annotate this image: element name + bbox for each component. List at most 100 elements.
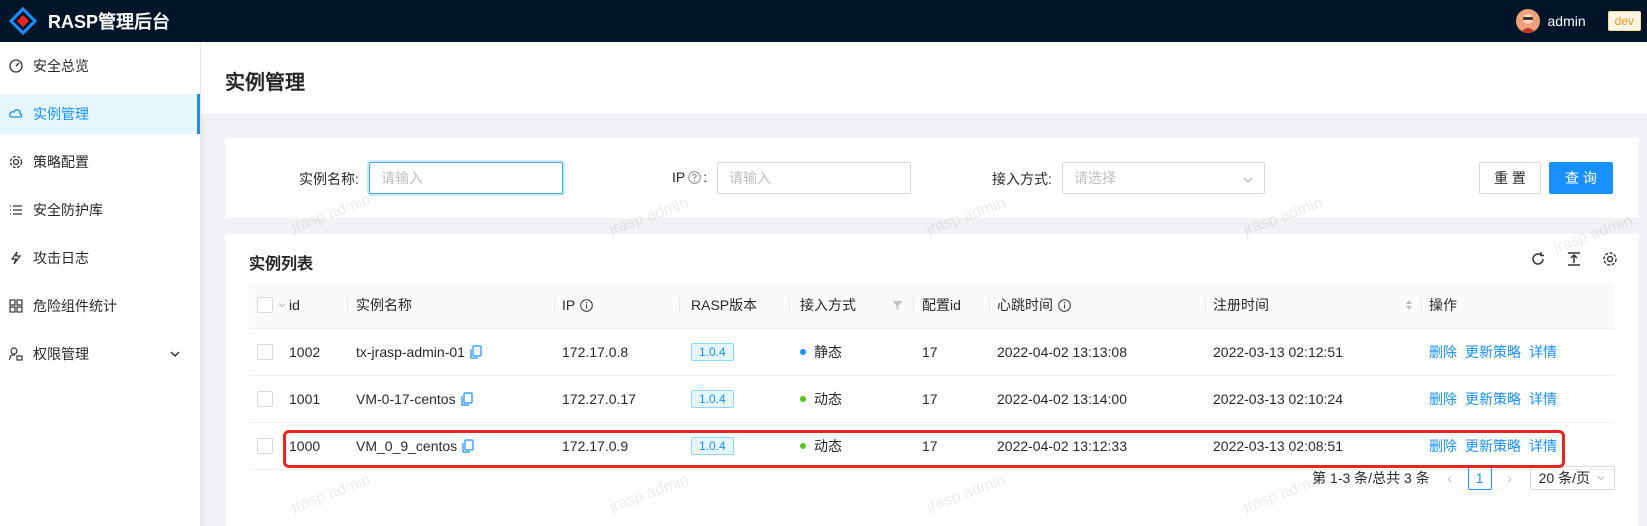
version-tag: 1.0.4	[691, 390, 734, 408]
access-mode-text: 动态	[814, 391, 842, 407]
cell-config-id: 17	[922, 438, 938, 454]
row-checkbox[interactable]	[257, 376, 273, 422]
info-circle-icon[interactable]	[580, 298, 594, 312]
pagination-summary: 第 1-3 条/总共 3 条	[1312, 470, 1430, 486]
sidebar-item-label: 权限管理	[33, 346, 89, 362]
page-header: 实例管理	[201, 42, 1647, 114]
cell-actions: 删除 更新策略 详情	[1429, 423, 1565, 469]
prev-page-icon[interactable]: ‹	[1444, 470, 1456, 486]
list-icon	[9, 203, 23, 217]
col-id: id	[289, 297, 300, 313]
chevron-down-icon[interactable]	[277, 282, 287, 328]
appstore-icon	[9, 299, 23, 313]
table-row: 1002 tx-jrasp-admin-01 172.17.0.8 1.0.4 静态 17…	[249, 329, 1614, 376]
sidebar-item-attack-log[interactable]: 攻击日志	[0, 238, 200, 278]
copy-icon[interactable]	[460, 392, 474, 406]
sidebar-item-protection-library[interactable]: 安全防护库	[0, 190, 200, 230]
ip-input[interactable]: 请输入	[717, 162, 911, 194]
dashboard-icon	[9, 59, 23, 73]
ip-label-text: IP	[672, 169, 686, 185]
table-header: id 实例名称 IP RASP版本 接入方式 配置id 心跳时间 注册时间 操作	[249, 282, 1614, 329]
instance-name-input[interactable]: 请输入	[369, 162, 563, 194]
question-circle-icon[interactable]	[688, 170, 702, 184]
copy-icon[interactable]	[469, 345, 483, 359]
update-policy-link[interactable]: 更新策略	[1465, 342, 1521, 362]
sidebar-item-permissions[interactable]: 权限管理	[0, 334, 200, 374]
cell-config-id: 17	[922, 391, 938, 407]
cell-actions: 删除 更新策略 详情	[1429, 376, 1565, 422]
query-button[interactable]: 查 询	[1549, 162, 1613, 194]
delete-link[interactable]: 删除	[1429, 436, 1457, 456]
sidebar-item-risky-components[interactable]: 危险组件统计	[0, 286, 200, 326]
detail-link[interactable]: 详情	[1529, 389, 1557, 409]
sidebar-item-label: 危险组件统计	[33, 298, 117, 314]
instance-name: VM-0-17-centos	[356, 391, 456, 407]
table-row: 1000 VM_0_9_centos 172.17.0.9 1.0.4 动态 17 2022…	[249, 423, 1614, 470]
cell-id: 1001	[289, 391, 321, 407]
reset-button[interactable]: 重 置	[1479, 162, 1541, 194]
select-all-checkbox[interactable]	[257, 282, 273, 328]
ip-label-colon: :	[703, 169, 708, 185]
copy-icon[interactable]	[461, 439, 475, 453]
cell-ip: 172.17.0.9	[562, 438, 629, 454]
cell-config-id: 17	[922, 344, 938, 360]
update-policy-link[interactable]: 更新策略	[1465, 389, 1521, 409]
username[interactable]: admin	[1548, 13, 1586, 29]
col-rasp-version: RASP版本	[691, 297, 758, 313]
sidebar-item-policy[interactable]: 策略配置	[0, 142, 200, 182]
cell-version: 1.0.4	[691, 376, 734, 422]
sidebar-item-label: 安全防护库	[33, 202, 103, 218]
update-policy-link[interactable]: 更新策略	[1465, 436, 1521, 456]
column-height-icon[interactable]	[1565, 250, 1583, 268]
delete-link[interactable]: 删除	[1429, 389, 1457, 409]
version-tag: 1.0.4	[691, 343, 734, 361]
setting-icon[interactable]	[1601, 250, 1619, 268]
info-circle-icon[interactable]	[1058, 298, 1071, 312]
row-checkbox[interactable]	[257, 423, 273, 469]
cell-name: VM-0-17-centos	[356, 376, 474, 422]
sidebar-item-instances[interactable]: 实例管理	[0, 94, 200, 134]
instance-name-label: 实例名称:	[299, 171, 359, 187]
page-size-select[interactable]: 20 条/页	[1529, 466, 1615, 490]
sort-icon[interactable]	[1405, 282, 1413, 328]
chevron-down-icon[interactable]	[168, 347, 182, 361]
col-register: 注册时间	[1213, 297, 1269, 313]
delete-link[interactable]: 删除	[1429, 342, 1457, 362]
filter-icon[interactable]	[892, 282, 903, 328]
cell-id: 1000	[289, 438, 321, 454]
user-lock-icon	[9, 347, 23, 361]
reload-icon[interactable]	[1529, 250, 1547, 268]
access-mode-select[interactable]: 请选择	[1062, 162, 1265, 194]
cell-name: VM_0_9_centos	[356, 423, 475, 469]
page-number[interactable]: 1	[1467, 466, 1492, 490]
logo-icon[interactable]	[8, 6, 38, 36]
cloud-icon	[9, 107, 23, 121]
cell-id: 1002	[289, 344, 321, 360]
avatar[interactable]	[1515, 9, 1540, 33]
cell-ip: 172.27.0.17	[562, 391, 636, 407]
access-mode-placeholder: 请选择	[1074, 170, 1116, 186]
row-checkbox[interactable]	[257, 329, 273, 375]
col-ip: IP	[562, 282, 594, 328]
sidebar-item-overview[interactable]: 安全总览	[0, 46, 200, 86]
col-actions: 操作	[1429, 297, 1457, 313]
col-access-mode: 接入方式	[800, 297, 856, 313]
instance-name: tx-jrasp-admin-01	[356, 344, 465, 360]
page-size-label: 20 条/页	[1538, 470, 1590, 486]
detail-link[interactable]: 详情	[1529, 342, 1557, 362]
sidebar-item-label: 安全总览	[33, 58, 89, 74]
env-badge: dev	[1607, 11, 1641, 31]
detail-link[interactable]: 详情	[1529, 436, 1557, 456]
cell-access-mode: 动态	[800, 423, 842, 469]
status-dot	[800, 396, 806, 402]
table-title: 实例列表	[249, 256, 314, 273]
page-title: 实例管理	[225, 72, 305, 94]
cell-name: tx-jrasp-admin-01	[356, 329, 483, 375]
sidebar-item-label: 攻击日志	[33, 250, 89, 266]
next-page-icon[interactable]: ›	[1504, 470, 1516, 486]
chevron-down-icon	[1242, 173, 1254, 185]
cell-access-mode: 静态	[800, 329, 842, 375]
cell-version: 1.0.4	[691, 423, 734, 469]
access-mode-text: 静态	[814, 344, 842, 360]
cell-register: 2022-03-13 02:10:24	[1213, 391, 1343, 407]
